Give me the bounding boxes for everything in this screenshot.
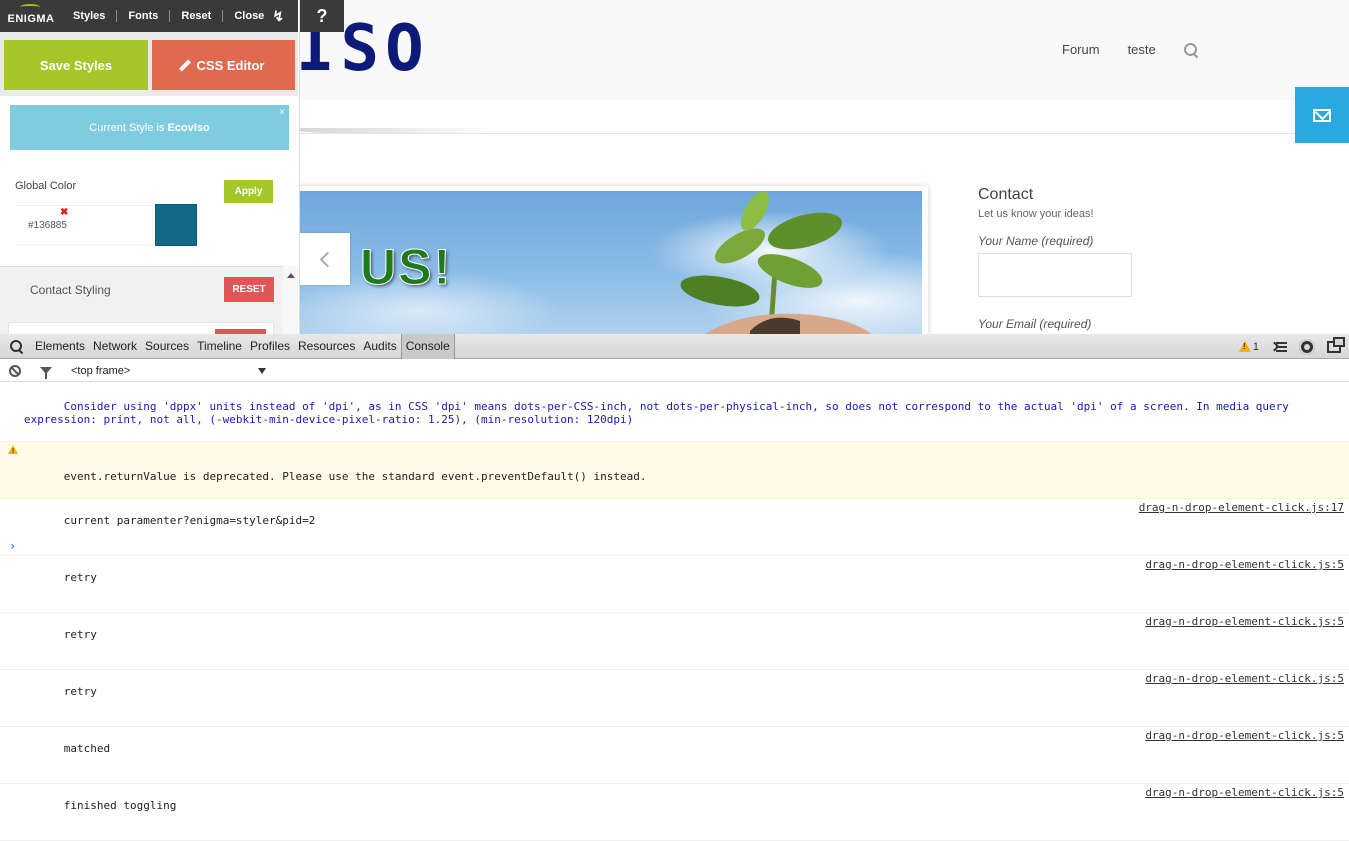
frame-select-value: <top frame> <box>71 364 131 377</box>
nav-item-forum[interactable]: Forum <box>1062 42 1100 57</box>
log-message: Consider using 'dppx' units instead of '… <box>24 400 1296 426</box>
name-label: Your Name (required) <box>978 234 1094 248</box>
console-log-list: Consider using 'dppx' units instead of '… <box>0 384 1349 841</box>
panel-scrollbar[interactable] <box>283 266 298 334</box>
current-style-name: EcovIso <box>167 121 210 134</box>
log-row: finished toggling drag-n-drop-element-cl… <box>0 784 1349 841</box>
toolbar-styles[interactable]: Styles <box>62 10 118 22</box>
plant-image <box>680 191 872 334</box>
tab-elements[interactable]: Elements <box>31 334 89 359</box>
enigma-toolbar: ENIGMA Styles Fonts Reset Close ↯ <box>0 0 298 32</box>
contact-styling-label: Contact Styling <box>30 283 111 297</box>
log-message: current paramenter?enigma=styler&pid=2 <box>63 514 316 527</box>
tab-audits[interactable]: Audits <box>359 334 400 359</box>
log-source-link[interactable]: drag-n-drop-element-click.js:5 <box>1145 786 1344 799</box>
log-message: retry <box>63 628 97 641</box>
enigma-logo-mark <box>20 4 40 10</box>
tab-profiles[interactable]: Profiles <box>246 334 294 359</box>
frame-select[interactable]: <top frame> <box>71 365 266 377</box>
dock-icon[interactable] <box>1327 336 1345 353</box>
action-button-row: Save Styles CSS Editor <box>0 32 298 96</box>
color-hex-input[interactable]: #136885 <box>16 205 153 245</box>
header-divider <box>300 133 1349 134</box>
clear-color-icon[interactable]: ✖ <box>60 207 68 218</box>
toolbar-reset[interactable]: Reset <box>170 10 224 22</box>
tab-timeline[interactable]: Timeline <box>193 334 246 359</box>
scroll-up-arrow-icon[interactable] <box>287 273 295 278</box>
console-filterbar: <top frame> <box>0 360 1349 382</box>
devtools-right-tools: 1 <box>1238 334 1345 359</box>
warning-count: 1 <box>1252 340 1259 353</box>
name-input[interactable] <box>978 253 1132 297</box>
devtools-panel: Elements Network Sources Timeline Profil… <box>0 333 1349 841</box>
log-row: retry drag-n-drop-element-click.js:5 <box>0 556 1349 613</box>
gear-icon[interactable] <box>1299 338 1315 355</box>
tab-sources[interactable]: Sources <box>141 334 193 359</box>
warning-icon <box>1238 341 1251 352</box>
log-row: current paramenter?enigma=styler&pid=2 d… <box>0 499 1349 556</box>
enigma-styler-panel: ENIGMA Styles Fonts Reset Close ↯ Save S… <box>0 0 300 334</box>
log-row-warning: event.returnValue is deprecated. Please … <box>0 442 1349 499</box>
tab-console[interactable]: Console <box>400 333 455 359</box>
apply-button[interactable]: Apply <box>224 180 273 203</box>
log-row: retry drag-n-drop-element-click.js:5 <box>0 670 1349 727</box>
envelope-icon <box>1313 108 1331 122</box>
log-source-link[interactable]: drag-n-drop-element-click.js:5 <box>1145 672 1344 685</box>
save-styles-button[interactable]: Save Styles <box>4 40 148 90</box>
filter-icon[interactable] <box>40 367 52 379</box>
contact-widget: Contact Let us know your ideas! Your Nam… <box>978 186 1178 331</box>
help-button[interactable]: ? <box>300 0 344 32</box>
warning-icon <box>8 445 18 458</box>
enigma-logo-text: ENIGMA <box>7 13 55 25</box>
search-icon[interactable] <box>1183 42 1198 57</box>
lightning-icon[interactable]: ↯ <box>272 8 284 25</box>
global-color-label: Global Color <box>15 180 77 192</box>
log-row: matched drag-n-drop-element-click.js:5 <box>0 727 1349 784</box>
console-prompt[interactable]: › <box>9 539 16 553</box>
log-message: retry <box>63 571 97 584</box>
log-message: event.returnValue is deprecated. Please … <box>63 470 647 483</box>
site-nav: Forum teste <box>1062 42 1198 57</box>
email-label: Your Email (required) <box>978 317 1092 331</box>
clear-console-icon[interactable] <box>9 364 21 377</box>
close-icon[interactable]: × <box>279 107 285 118</box>
log-source-link[interactable]: drag-n-drop-element-click.js:5 <box>1145 558 1344 571</box>
mail-button[interactable] <box>1295 87 1349 143</box>
log-source-link[interactable]: drag-n-drop-element-click.js:5 <box>1145 615 1344 628</box>
toolbar-close[interactable]: Close <box>223 10 270 22</box>
chevron-left-icon <box>319 251 336 267</box>
tab-network[interactable]: Network <box>89 334 141 359</box>
slide-caption: US! <box>359 239 453 296</box>
search-icon[interactable] <box>9 339 23 353</box>
enigma-logo: ENIGMA <box>0 0 62 32</box>
log-source-link[interactable]: drag-n-drop-element-click.js:17 <box>1139 501 1344 514</box>
css-editor-label: CSS Editor <box>196 57 265 73</box>
log-message: finished toggling <box>63 799 177 812</box>
pencil-icon <box>178 58 191 72</box>
log-row: retry drag-n-drop-element-click.js:5 <box>0 613 1349 670</box>
devtools-tabbar: Elements Network Sources Timeline Profil… <box>0 333 1349 359</box>
reset-button[interactable]: RESET <box>224 277 274 302</box>
css-editor-button[interactable]: CSS Editor <box>152 40 295 90</box>
warning-counter[interactable]: 1 <box>1238 340 1259 353</box>
log-row: Consider using 'dppx' units instead of '… <box>0 384 1349 442</box>
color-swatch[interactable] <box>155 204 197 246</box>
slider-prev-button[interactable] <box>300 233 350 285</box>
contact-subtitle: Let us know your ideas! <box>978 208 1094 220</box>
log-message: retry <box>63 685 97 698</box>
show-drawer-icon[interactable] <box>1271 341 1287 353</box>
dropdown-arrow-icon <box>258 367 266 374</box>
nav-item-teste[interactable]: teste <box>1128 42 1156 57</box>
contact-title: Contact <box>978 186 1034 203</box>
log-source-link[interactable]: drag-n-drop-element-click.js:5 <box>1145 729 1344 742</box>
tab-resources[interactable]: Resources <box>294 334 359 359</box>
current-style-prefix: Current Style is <box>89 121 165 134</box>
log-message: matched <box>63 742 111 755</box>
contact-styling-section[interactable]: Contact Styling RESET <box>0 266 283 334</box>
current-style-notice: Current Style is EcovIso × <box>10 105 289 150</box>
toolbar-fonts[interactable]: Fonts <box>117 10 171 22</box>
